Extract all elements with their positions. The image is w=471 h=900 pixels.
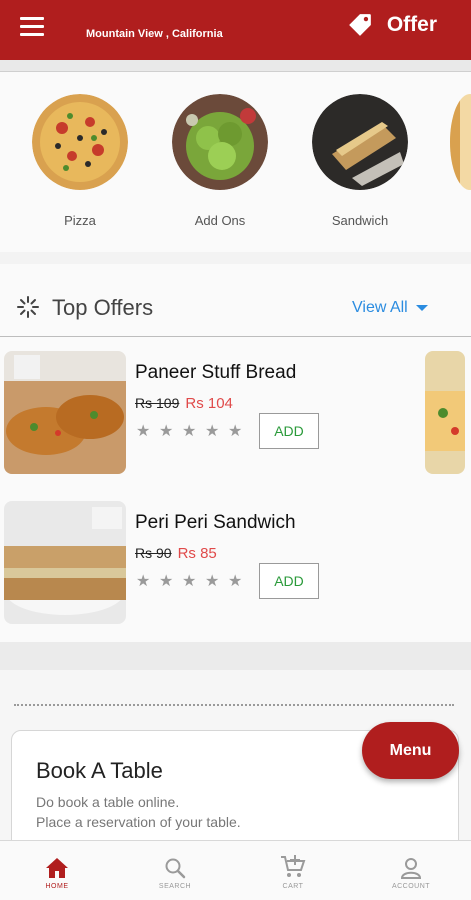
view-all-label: View All: [352, 299, 408, 316]
star-icon[interactable]: ★: [159, 571, 182, 591]
item-name: Paneer Stuff Bread: [135, 362, 297, 383]
category-strip: Pizza Add Ons Sandwich: [0, 72, 471, 252]
star-icon[interactable]: ★: [228, 571, 251, 591]
star-icon[interactable]: ★: [182, 571, 205, 591]
offer-button[interactable]: Offer: [347, 12, 437, 38]
cart-icon: [281, 855, 306, 877]
add-ons-image: [172, 94, 268, 190]
nav-label: CART: [282, 883, 304, 890]
star-icon[interactable]: ★: [228, 421, 251, 441]
search-icon: [165, 858, 186, 879]
item-name: Peri Peri Sandwich: [135, 512, 296, 533]
peri-sandwich-image: [4, 501, 126, 624]
book-table-title: Book A Table: [36, 758, 163, 783]
book-table-line: Place a reservation of your table.: [36, 814, 241, 830]
add-button[interactable]: ADD: [259, 563, 319, 599]
star-icon[interactable]: ★: [205, 421, 228, 441]
location-label[interactable]: Mountain View , California: [86, 28, 223, 40]
view-all-link[interactable]: View All: [352, 299, 428, 317]
category-sandwich[interactable]: Sandwich: [310, 94, 410, 228]
star-icon[interactable]: ★: [159, 421, 182, 441]
bottom-nav: HOME SEARCH CART ACCOUNT: [0, 840, 471, 900]
app-bar: Mountain View , California Offer: [0, 0, 471, 60]
category-pizza[interactable]: Pizza: [30, 94, 130, 228]
category-label: Pizza: [64, 213, 96, 228]
account-icon: [400, 858, 422, 879]
item-prices: Rs 109 Rs 104: [135, 395, 233, 412]
star-icon[interactable]: ★: [136, 571, 159, 591]
nav-label: ACCOUNT: [391, 883, 431, 890]
add-button[interactable]: ADD: [259, 413, 319, 449]
dotted-divider: [14, 704, 454, 706]
star-icon[interactable]: ★: [136, 421, 159, 441]
sandwich-image: [312, 94, 408, 190]
rating-stars[interactable]: ★ ★ ★ ★ ★: [136, 421, 251, 441]
rating-stars[interactable]: ★ ★ ★ ★ ★: [136, 571, 251, 591]
top-offers-title: Top Offers: [52, 295, 154, 320]
category-add-ons[interactable]: Add Ons: [170, 94, 270, 228]
next-offer-peek[interactable]: [425, 351, 465, 474]
tag-icon: [348, 14, 371, 36]
nav-search[interactable]: SEARCH: [135, 853, 215, 890]
offer-label: Offer: [386, 13, 437, 36]
pizza-image: [32, 94, 128, 190]
top-offers-section: Top Offers View All Paneer Stuff Bread R…: [0, 264, 471, 642]
top-offers-header: Top Offers View All: [0, 264, 471, 337]
nav-label: SEARCH: [158, 883, 192, 890]
star-icon[interactable]: ★: [182, 421, 205, 441]
nav-home[interactable]: HOME: [17, 853, 97, 890]
header-divider: [0, 60, 471, 72]
old-price: Rs 90: [135, 545, 172, 561]
category-peek-image[interactable]: [450, 94, 471, 190]
sparkle-icon: [17, 296, 39, 318]
category-label: Sandwich: [331, 213, 389, 228]
menu-icon[interactable]: [20, 17, 44, 37]
nav-cart[interactable]: CART: [253, 853, 333, 890]
menu-fab-button[interactable]: Menu: [362, 722, 459, 779]
offer-item[interactable]: Peri Peri Sandwich Rs 90 Rs 85 ★ ★ ★ ★ ★ ADD: [0, 501, 471, 631]
caret-down-icon: [415, 305, 428, 311]
nav-account[interactable]: ACCOUNT: [371, 853, 451, 890]
nav-label: HOME: [45, 883, 69, 890]
offer-item[interactable]: Paneer Stuff Bread Rs 109 Rs 104 ★ ★ ★ ★ ★ AD…: [0, 351, 471, 481]
home-icon: [46, 858, 68, 878]
star-icon[interactable]: ★: [205, 571, 228, 591]
new-price: Rs 104: [185, 395, 233, 412]
item-prices: Rs 90 Rs 85: [135, 545, 217, 562]
old-price: Rs 109: [135, 395, 180, 411]
paneer-bread-image: [4, 351, 126, 474]
section-divider: [0, 642, 471, 670]
book-table-line: Do book a table online.: [36, 794, 180, 810]
new-price: Rs 85: [177, 545, 217, 562]
category-label: Add Ons: [194, 213, 246, 228]
